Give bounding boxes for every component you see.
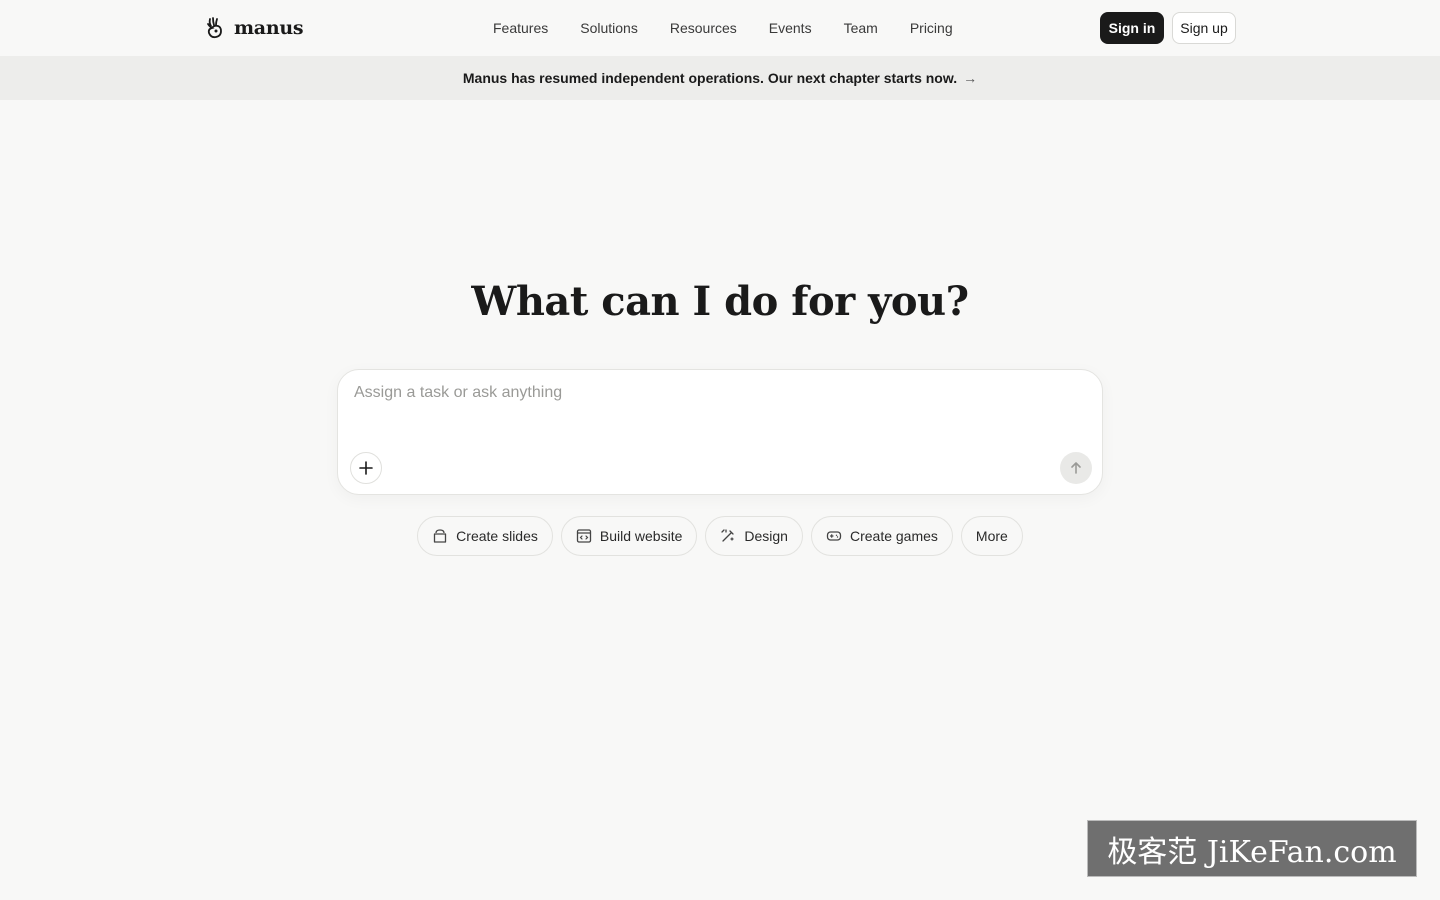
arrow-up-icon (1071, 462, 1081, 474)
manus-hand-icon (207, 17, 222, 39)
more-chip[interactable]: More (960, 516, 1023, 556)
design-chip[interactable]: Design (705, 516, 803, 556)
create-slides-chip[interactable]: Create slides (417, 516, 553, 556)
chip-label: Create slides (456, 528, 538, 544)
design-icon (721, 529, 735, 542)
chip-label: Build website (599, 528, 683, 544)
add-attachment-button[interactable] (350, 452, 382, 484)
nav-features[interactable]: Features (493, 18, 548, 38)
task-input-box (337, 369, 1103, 495)
arrow-right-icon: → (963, 70, 978, 86)
nav-solutions[interactable]: Solutions (580, 18, 638, 38)
task-input[interactable] (354, 384, 1084, 424)
manus-logo[interactable]: manus (204, 14, 304, 42)
nav-pricing[interactable]: Pricing (910, 18, 953, 38)
hero-title: What can I do for you? (471, 278, 969, 325)
plus-icon (359, 461, 373, 475)
website-icon (576, 529, 592, 543)
sign-in-button[interactable]: Sign in (1100, 12, 1164, 44)
create-games-chip[interactable]: Create games (810, 516, 953, 556)
slides-icon (434, 529, 447, 543)
nav-events[interactable]: Events (769, 18, 812, 38)
watermark: 极客范 JiKeFan.com (1087, 820, 1417, 877)
gamepad-icon (826, 531, 842, 541)
send-button[interactable] (1060, 452, 1092, 484)
chip-label: Create games (849, 528, 938, 544)
chip-label: Design (744, 528, 788, 544)
announcement-banner[interactable]: Manus has resumed independent operations… (0, 56, 1440, 100)
main-nav: Features Solutions Resources Events Team… (493, 18, 985, 38)
top-header: manus Features Solutions Resources Event… (0, 0, 1440, 56)
quick-actions: Create slides Build website Design Creat… (0, 516, 1440, 556)
logo-text: manus (234, 17, 304, 39)
nav-team[interactable]: Team (844, 18, 878, 38)
build-website-chip[interactable]: Build website (560, 516, 698, 556)
nav-resources[interactable]: Resources (670, 18, 737, 38)
banner-text: Manus has resumed independent operations… (462, 70, 958, 86)
chip-label: More (975, 528, 1008, 544)
sign-up-button[interactable]: Sign up (1172, 12, 1236, 44)
